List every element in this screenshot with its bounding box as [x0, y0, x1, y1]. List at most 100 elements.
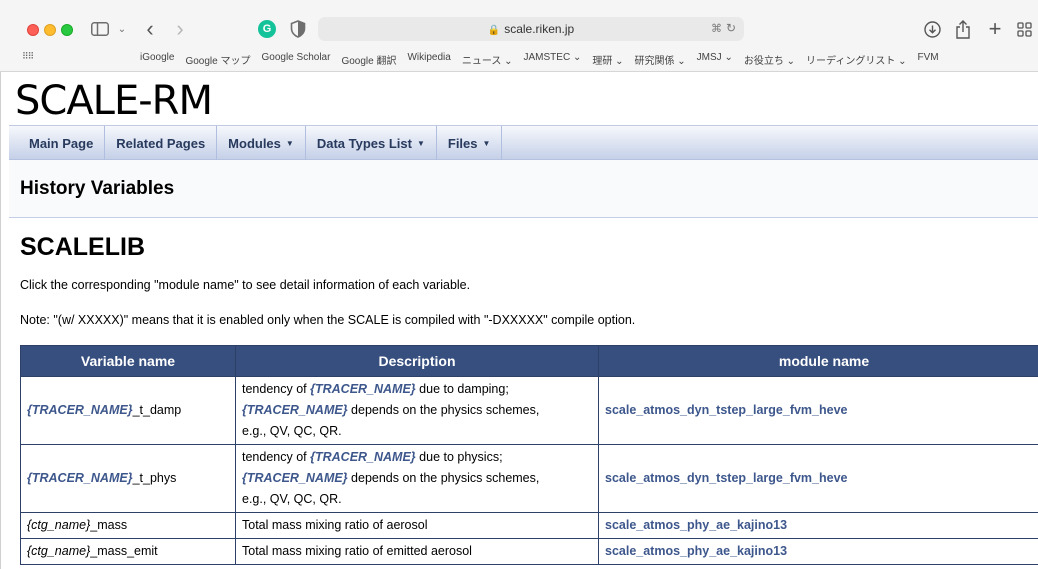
bookmark-folder[interactable]: 研究関係 ⌄: [635, 52, 686, 67]
module-cell: scale_atmos_phy_ae_kajino13: [598, 512, 1038, 539]
table-row: {TRACER_NAME}_t_damp tendency of {TRACER…: [20, 376, 1038, 445]
bookmark-folder[interactable]: リーディングリスト ⌄: [806, 52, 906, 67]
nav-data-types-list[interactable]: Data Types List ▼: [306, 126, 437, 160]
module-cell: scale_atmos_dyn_tstep_large_fvm_heve: [598, 376, 1038, 445]
bookmark-item[interactable]: Wikipedia: [407, 52, 450, 67]
table-header-row: Variable name Description module name: [20, 345, 1038, 377]
nav-label: Related Pages: [116, 135, 206, 151]
variable-name-cell: {TRACER_NAME}_t_damp: [20, 376, 236, 445]
variable-prefix: {ctg_name}: [27, 518, 91, 532]
nav-label: Data Types List: [316, 135, 412, 151]
desc-text: e.g., QV, QC, QR.: [242, 492, 342, 506]
apps-grid-icon[interactable]: ⠿⠿: [22, 51, 34, 62]
module-link[interactable]: scale_atmos_phy_ae_kajino13: [605, 544, 787, 558]
desc-text: e.g., QV, QC, QR.: [242, 424, 342, 438]
variable-suffix: _mass_emit: [90, 544, 158, 558]
nav-main-page[interactable]: Main Page: [9, 126, 106, 160]
main-nav: Main Page Related Pages Modules ▼ Data Ty…: [9, 125, 1038, 160]
close-window-button[interactable]: [27, 24, 39, 36]
variable-suffix: _mass: [90, 518, 128, 532]
column-header: Description: [235, 345, 599, 377]
module-link[interactable]: scale_atmos_dyn_tstep_large_fvm_heve: [605, 403, 848, 417]
tab-overview-icon[interactable]: [1013, 17, 1035, 41]
tracer-name-link[interactable]: {TRACER_NAME}: [27, 403, 133, 417]
nav-modules[interactable]: Modules ▼: [217, 126, 306, 160]
note-text: Note: "(w/ XXXXX)" means that it is enab…: [20, 313, 636, 327]
description-cell: Total mass mixing ratio of aerosol: [235, 512, 599, 539]
desc-text: tendency of: [242, 450, 311, 464]
caret-down-icon: ▼: [416, 138, 425, 148]
share-icon[interactable]: [952, 17, 974, 41]
history-variables-table: Variable name Description module name {T…: [20, 345, 1038, 565]
back-icon[interactable]: ‹: [140, 16, 160, 41]
bookmark-item[interactable]: Google 翻訳: [341, 52, 396, 67]
bookmark-item[interactable]: FVM: [917, 52, 938, 67]
forward-icon[interactable]: ›: [170, 16, 190, 41]
bookmark-item[interactable]: iGoogle: [140, 52, 174, 67]
bookmark-folder[interactable]: 理研 ⌄: [592, 52, 623, 67]
web-page: SCALE-RM Main Page Related Pages Modules…: [0, 72, 1038, 569]
url-display: 🔒 scale.riken.jp: [318, 17, 744, 41]
bookmarks-bar: ⠿⠿ iGoogle Google マップ Google Scholar Goo…: [0, 49, 1038, 67]
grammarly-icon[interactable]: G: [258, 20, 276, 38]
tracer-name-link[interactable]: {TRACER_NAME}: [310, 450, 416, 464]
desc-text: depends on the physics schemes,: [347, 403, 540, 417]
bookmark-list: iGoogle Google マップ Google Scholar Google…: [140, 52, 950, 67]
bookmark-folder[interactable]: ニュース ⌄: [462, 52, 513, 67]
downloads-icon[interactable]: [921, 17, 943, 41]
module-link[interactable]: scale_atmos_dyn_tstep_large_fvm_heve: [605, 471, 848, 485]
intro-text: Click the corresponding "module name" to…: [20, 278, 471, 292]
module-cell: scale_atmos_phy_ae_kajino13: [598, 538, 1038, 565]
new-tab-icon[interactable]: +: [984, 16, 1006, 41]
bookmark-item[interactable]: Google マップ: [185, 52, 250, 67]
variable-suffix: _t_phys: [132, 471, 177, 485]
section-heading: SCALELIB: [20, 233, 145, 261]
shield-icon[interactable]: [290, 20, 306, 38]
bookmark-folder[interactable]: JMSJ ⌄: [697, 52, 733, 67]
column-header: module name: [598, 345, 1038, 377]
browser-chrome: ⌄ ‹ › G 🔒 scale.riken.jp ⌘ ↻ + ⠿⠿ iGoogle…: [0, 0, 1038, 72]
desc-text: due to damping;: [415, 382, 509, 396]
nav-related-pages[interactable]: Related Pages: [105, 126, 218, 160]
translate-icon[interactable]: ⌘: [711, 22, 722, 35]
reload-icon[interactable]: ↻: [726, 21, 736, 35]
browser-toolbar: ⌄ ‹ › G 🔒 scale.riken.jp ⌘ ↻ +: [0, 0, 1038, 46]
bookmark-folder[interactable]: お役立ち ⌄: [744, 52, 795, 67]
module-cell: scale_atmos_dyn_tstep_large_fvm_heve: [598, 444, 1038, 513]
module-link[interactable]: scale_atmos_phy_ae_kajino13: [605, 518, 787, 532]
lock-icon: 🔒: [487, 25, 501, 36]
tracer-name-link[interactable]: {TRACER_NAME}: [27, 471, 133, 485]
bookmark-folder[interactable]: JAMSTEC ⌄: [524, 52, 582, 67]
description-cell: tendency of {TRACER_NAME} due to damping…: [235, 376, 599, 445]
variable-suffix: _t_damp: [132, 403, 182, 417]
tracer-name-link[interactable]: {TRACER_NAME}: [310, 382, 416, 396]
nav-label: Files: [447, 135, 478, 151]
project-name: SCALE-RM: [15, 78, 213, 124]
caret-down-icon: ▼: [285, 138, 294, 148]
table-row: {TRACER_NAME}_t_phys tendency of {TRACER…: [20, 444, 1038, 513]
bookmark-item[interactable]: Google Scholar: [262, 52, 331, 67]
description-cell: Total mass mixing ratio of emitted aeros…: [235, 538, 599, 565]
nav-label: Main Page: [29, 135, 94, 151]
chevron-down-icon[interactable]: ⌄: [115, 17, 129, 41]
column-header: Variable name: [20, 345, 236, 377]
sidebar-icon[interactable]: [89, 17, 111, 41]
description-cell: tendency of {TRACER_NAME} due to physics…: [235, 444, 599, 513]
tracer-name-link[interactable]: {TRACER_NAME}: [242, 471, 348, 485]
variable-name-cell: {TRACER_NAME}_t_phys: [20, 444, 236, 513]
table-row: {ctg_name}_mass Total mass mixing ratio …: [20, 512, 1038, 539]
nav-label: Modules: [228, 135, 281, 151]
minimize-window-button[interactable]: [44, 24, 56, 36]
table-row: {ctg_name}_mass_emit Total mass mixing r…: [20, 538, 1038, 565]
variable-name-cell: {ctg_name}_mass: [20, 512, 236, 539]
variable-prefix: {ctg_name}: [27, 544, 91, 558]
tracer-name-link[interactable]: {TRACER_NAME}: [242, 403, 348, 417]
desc-text: tendency of: [242, 382, 311, 396]
page-title: History Variables: [20, 178, 175, 199]
page-header: History Variables: [9, 160, 1038, 218]
url-text: scale.riken.jp: [504, 22, 575, 36]
variable-name-cell: {ctg_name}_mass_emit: [20, 538, 236, 565]
zoom-window-button[interactable]: [61, 24, 73, 36]
nav-files[interactable]: Files ▼: [437, 126, 503, 160]
address-bar[interactable]: 🔒 scale.riken.jp ⌘ ↻: [318, 17, 744, 41]
